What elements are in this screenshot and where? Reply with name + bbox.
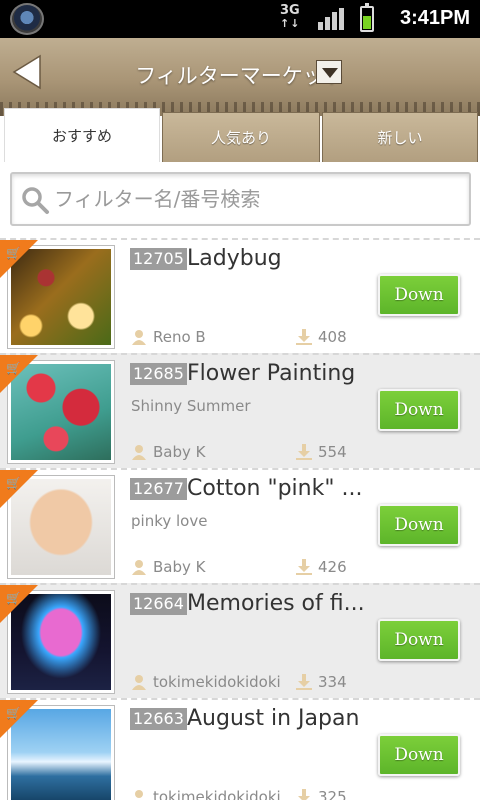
search-box[interactable] (10, 172, 471, 226)
cart-icon: 🛒 (0, 585, 38, 623)
svg-text:🛒: 🛒 (6, 246, 21, 260)
author-info: Reno B (131, 328, 206, 346)
download-button[interactable]: Down (378, 274, 460, 316)
filter-name: Ladybug (187, 246, 282, 271)
user-icon (132, 560, 146, 575)
search-icon (22, 187, 49, 214)
download-button[interactable]: Down (378, 734, 460, 776)
download-count: 334 (296, 673, 347, 691)
svg-text:🛒: 🛒 (6, 476, 21, 490)
signal-strength-icon (318, 8, 344, 30)
network-type-icon: 3G ↑↓ (280, 3, 301, 30)
download-button[interactable]: Down (378, 619, 460, 661)
download-count-value: 325 (318, 788, 347, 800)
battery-icon (360, 3, 374, 32)
list-item[interactable]: 🛒 12677 Cotton "pink" ... pinky love Bab… (0, 468, 480, 583)
author-name: Baby K (153, 558, 206, 576)
author-info: Baby K (131, 558, 206, 576)
search-area (0, 162, 480, 238)
user-icon (132, 330, 146, 345)
list-item[interactable]: 🛒 12664 Memories of fi... tokimekidokido… (0, 583, 480, 698)
cart-icon: 🛒 (0, 355, 38, 393)
tab-popular[interactable]: 人気あり (162, 112, 320, 162)
tab-new[interactable]: 新しい (322, 112, 478, 162)
filter-name: Flower Painting (187, 361, 356, 386)
author-name: tokimekidokidoki (153, 673, 281, 691)
download-icon (298, 789, 310, 800)
tab-recommended[interactable]: おすすめ (4, 108, 160, 162)
filter-number: 12663 (130, 708, 187, 730)
download-icon (296, 329, 312, 345)
download-count-value: 408 (318, 328, 347, 346)
search-input[interactable] (54, 182, 454, 216)
filter-list: 🛒 12705 Ladybug Reno B 408 Down 🛒 12685 … (0, 238, 480, 800)
filter-number: 12685 (130, 363, 187, 385)
download-icon (296, 444, 312, 460)
author-name: Reno B (153, 328, 206, 346)
cart-icon: 🛒 (0, 700, 38, 738)
download-button[interactable]: Down (378, 389, 460, 431)
chevron-down-icon[interactable] (316, 60, 342, 84)
download-count-value: 426 (318, 558, 347, 576)
clock: 3:41PM (399, 7, 470, 29)
filter-number: 12664 (130, 593, 187, 615)
download-count: 325 (296, 788, 347, 800)
tab-bar: おすすめ 人気あり 新しい (0, 108, 480, 162)
filter-name: Cotton "pink" ... (187, 476, 363, 501)
author-info: tokimekidokidoki (131, 788, 281, 800)
filter-subtitle: Shinny Summer (131, 397, 251, 415)
download-count: 426 (296, 558, 347, 576)
author-info: Baby K (131, 443, 206, 461)
user-icon (132, 445, 146, 460)
author-name: tokimekidokidoki (153, 788, 281, 800)
user-icon (135, 790, 143, 798)
app-header: フィルターマーケット (0, 38, 480, 116)
svg-text:🛒: 🛒 (6, 591, 21, 605)
status-bar: 3G ↑↓ 3:41PM (0, 0, 480, 38)
cart-icon: 🛒 (0, 470, 38, 508)
list-item[interactable]: 🛒 12663 August in Japan tokimekidokidoki… (0, 698, 480, 800)
svg-text:🛒: 🛒 (6, 361, 21, 375)
download-icon (296, 674, 312, 690)
list-item[interactable]: 🛒 12685 Flower Painting Shinny Summer Ba… (0, 353, 480, 468)
download-count: 408 (296, 328, 347, 346)
filter-subtitle: pinky love (131, 512, 208, 530)
author-name: Baby K (153, 443, 206, 461)
filter-number: 12677 (130, 478, 187, 500)
author-info: tokimekidokidoki (131, 673, 281, 691)
notification-app-icon (10, 3, 44, 35)
download-icon (296, 559, 312, 575)
download-count-value: 554 (318, 443, 347, 461)
user-icon (132, 675, 146, 690)
download-count-value: 334 (318, 673, 347, 691)
filter-number: 12705 (130, 248, 187, 270)
svg-text:🛒: 🛒 (6, 706, 21, 720)
list-item[interactable]: 🛒 12705 Ladybug Reno B 408 Down (0, 238, 480, 353)
page-title[interactable]: フィルターマーケット (0, 60, 480, 90)
cart-icon: 🛒 (0, 240, 38, 278)
filter-name: August in Japan (187, 706, 360, 731)
download-button[interactable]: Down (378, 504, 460, 546)
download-count: 554 (296, 443, 347, 461)
filter-name: Memories of fi... (187, 591, 365, 616)
